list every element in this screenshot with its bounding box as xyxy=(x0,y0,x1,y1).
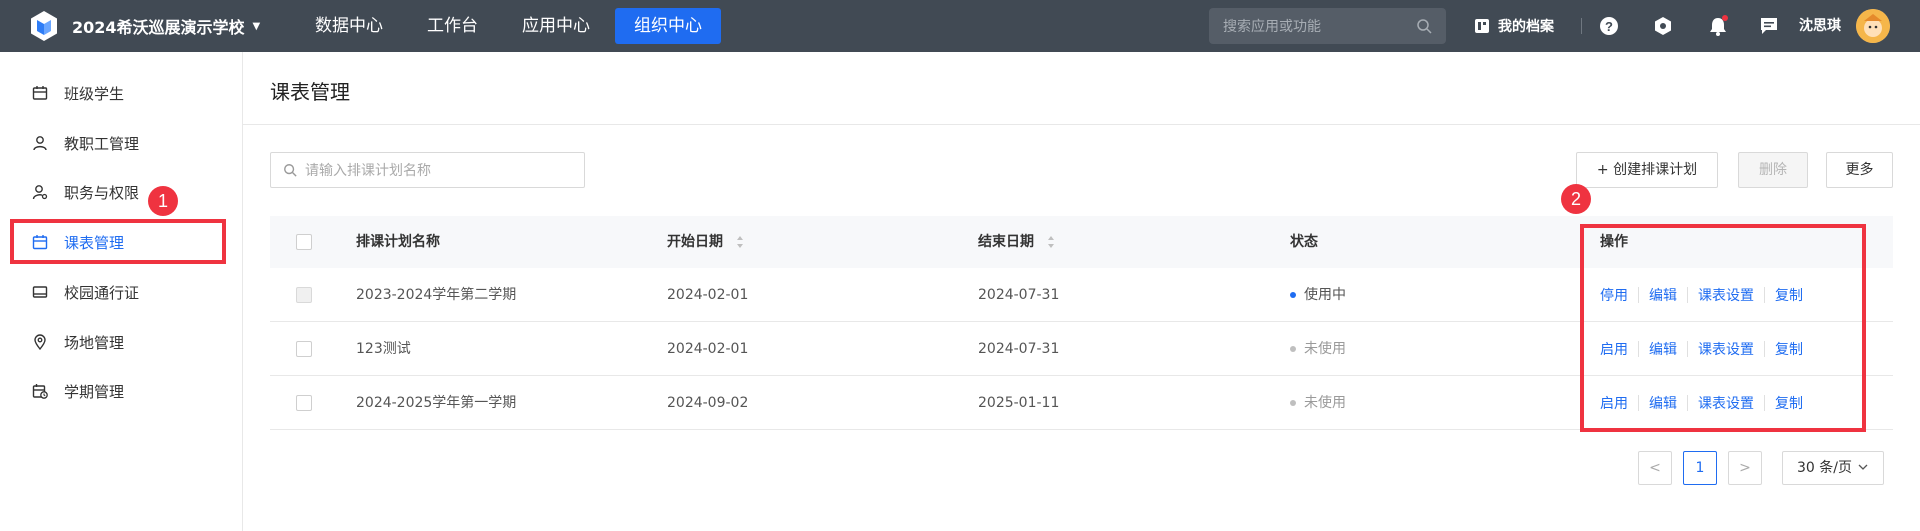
sidebar-item-campus-pass[interactable]: 校园通行证 xyxy=(32,280,139,304)
sidebar-item-staff[interactable]: 教职工管理 xyxy=(32,131,139,155)
page-size-value: 30 条/页 xyxy=(1797,460,1852,476)
status-badge: 使用中 xyxy=(1290,268,1346,322)
user-name[interactable]: 沈思琪 xyxy=(1799,0,1841,52)
sidebar-item-label: 学期管理 xyxy=(64,382,125,401)
class-icon xyxy=(32,86,48,100)
sidebar-item-semester[interactable]: 学期管理 xyxy=(32,379,124,403)
status-dot xyxy=(1290,400,1296,406)
start-date: 2024-02-01 xyxy=(667,287,749,303)
plan-name: 123测试 xyxy=(356,341,411,357)
global-search-input[interactable]: 搜索应用或功能 xyxy=(1209,8,1446,44)
card-icon xyxy=(32,286,48,298)
nav-org-center[interactable]: 组织中心 xyxy=(615,8,721,44)
column-header-start-date[interactable]: 开始日期 xyxy=(667,216,744,268)
school-name: 2024希沃巡展演示学校 xyxy=(72,18,245,37)
end-date: 2024-07-31 xyxy=(978,287,1060,303)
my-archive-link[interactable]: 我的档案 xyxy=(1474,0,1554,52)
create-plan-button[interactable]: + 创建排课计划 xyxy=(1576,152,1718,188)
settings-hexagon-icon[interactable] xyxy=(1651,14,1675,38)
start-date: 2024-09-02 xyxy=(667,395,749,411)
status-dot xyxy=(1290,346,1296,352)
top-bar: 2024希沃巡展演示学校 ▼ 数据中心 工作台 应用中心 组织中心 搜索应用或功… xyxy=(0,0,1920,52)
column-header-end-date[interactable]: 结束日期 xyxy=(978,216,1055,268)
row-checkbox[interactable] xyxy=(296,395,312,411)
annotation-box-2 xyxy=(1580,224,1866,432)
sidebar-item-label: 班级学生 xyxy=(64,84,125,103)
divider xyxy=(243,124,1920,125)
delete-button[interactable]: 删除 xyxy=(1738,152,1808,188)
sidebar-item-label: 场地管理 xyxy=(64,333,125,352)
sidebar-item-label: 职务与权限 xyxy=(64,183,140,202)
global-search-placeholder: 搜索应用或功能 xyxy=(1223,19,1321,35)
more-button[interactable]: 更多 xyxy=(1826,152,1893,188)
page-1-button[interactable]: 1 xyxy=(1683,451,1717,485)
svg-text:?: ? xyxy=(1605,19,1613,34)
divider xyxy=(1581,18,1582,34)
page-size-select[interactable]: 30 条/页 xyxy=(1782,451,1884,485)
archive-icon xyxy=(1475,19,1489,33)
column-header-name: 排课计划名称 xyxy=(356,234,440,250)
my-archive-label: 我的档案 xyxy=(1498,19,1554,35)
school-logo-icon xyxy=(31,11,57,41)
nav-workbench[interactable]: 工作台 xyxy=(408,8,497,44)
sort-icon[interactable] xyxy=(1047,235,1055,249)
column-header-label: 结束日期 xyxy=(978,234,1034,250)
search-icon xyxy=(284,164,297,177)
school-switcher[interactable]: 2024希沃巡展演示学校 ▼ xyxy=(0,0,296,52)
column-header-label: 开始日期 xyxy=(667,234,723,250)
plan-name: 2023-2024学年第二学期 xyxy=(356,287,517,303)
row-checkbox[interactable] xyxy=(296,287,312,303)
column-header-status: 状态 xyxy=(1290,234,1318,250)
end-date: 2024-07-31 xyxy=(978,341,1060,357)
status-text: 未使用 xyxy=(1304,341,1346,357)
chevron-down-icon xyxy=(1858,464,1868,470)
status-dot xyxy=(1290,292,1296,298)
location-icon xyxy=(34,334,46,350)
main-nav: 数据中心 工作台 应用中心 组织中心 xyxy=(296,0,727,52)
plan-search-placeholder: 请输入排课计划名称 xyxy=(305,163,431,179)
annotation-badge-2: 2 xyxy=(1561,184,1591,214)
sidebar-item-label: 校园通行证 xyxy=(64,283,140,302)
help-icon[interactable]: ? xyxy=(1597,14,1621,38)
sidebar-item-label: 教职工管理 xyxy=(64,134,140,153)
status-badge: 未使用 xyxy=(1290,376,1346,430)
caret-down-icon: ▼ xyxy=(252,20,261,32)
sidebar-item-roles[interactable]: 职务与权限 xyxy=(32,180,139,204)
select-all-checkbox[interactable] xyxy=(296,234,312,250)
status-text: 使用中 xyxy=(1304,287,1346,303)
nav-app-center[interactable]: 应用中心 xyxy=(503,8,609,44)
person-key-icon xyxy=(32,185,48,200)
annotation-box-1 xyxy=(10,219,226,264)
notification-bell-icon[interactable] xyxy=(1706,14,1730,38)
prev-page-button[interactable]: < xyxy=(1638,451,1672,485)
status-text: 未使用 xyxy=(1304,395,1346,411)
page-title: 课表管理 xyxy=(270,80,350,104)
row-checkbox[interactable] xyxy=(296,341,312,357)
calendar-clock-icon xyxy=(32,384,48,399)
end-date: 2025-01-11 xyxy=(978,395,1060,411)
status-badge: 未使用 xyxy=(1290,322,1346,376)
plan-name: 2024-2025学年第一学期 xyxy=(356,395,517,411)
user-avatar[interactable] xyxy=(1856,9,1890,43)
sort-icon[interactable] xyxy=(736,235,744,249)
annotation-badge-1: 1 xyxy=(148,186,178,216)
start-date: 2024-02-01 xyxy=(667,341,749,357)
next-page-button[interactable]: > xyxy=(1728,451,1762,485)
sidebar: 班级学生 教职工管理 职务与权限 课表管理 校园通行证 场地管理 学期管理 xyxy=(0,52,243,531)
search-icon[interactable] xyxy=(1416,18,1432,34)
message-icon[interactable] xyxy=(1757,14,1781,38)
sidebar-item-class-students[interactable]: 班级学生 xyxy=(32,81,124,105)
sidebar-item-venue[interactable]: 场地管理 xyxy=(32,330,124,354)
nav-data-center[interactable]: 数据中心 xyxy=(296,8,402,44)
person-icon xyxy=(33,136,47,151)
plan-search-input[interactable]: 请输入排课计划名称 xyxy=(270,152,585,188)
